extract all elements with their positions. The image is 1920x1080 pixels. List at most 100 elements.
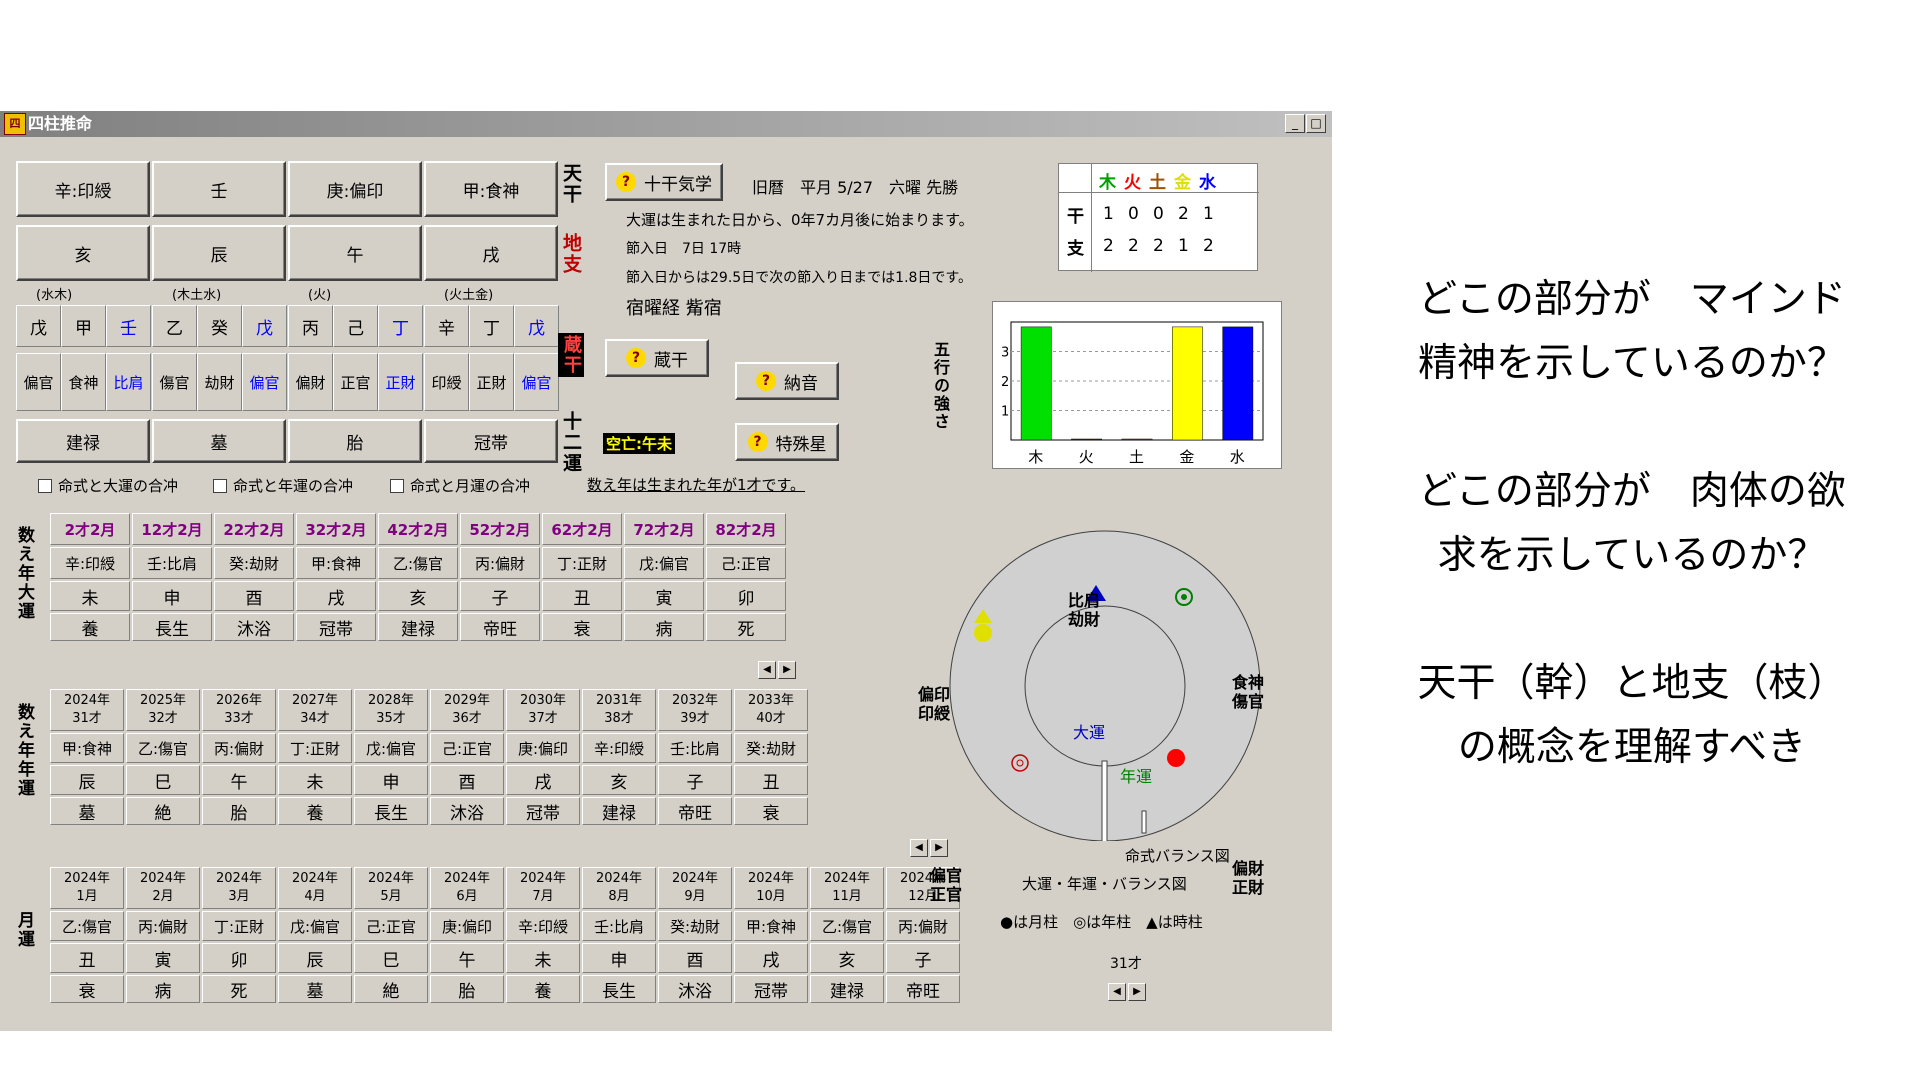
- getsuun-years-cell[interactable]: 2024年 8月: [582, 867, 656, 909]
- getsuun-years-cell[interactable]: 2024年 3月: [202, 867, 276, 909]
- daiun-ages-cell[interactable]: 72才2月: [624, 513, 704, 545]
- nenun-years-cell[interactable]: 2033年 40才: [734, 689, 808, 731]
- getsuun-branches-cell[interactable]: 辰: [278, 943, 352, 973]
- daiun-branches-cell[interactable]: 亥: [378, 581, 458, 611]
- daiun-fortunes-cell[interactable]: 長生: [132, 613, 212, 641]
- daiun-ages-cell[interactable]: 42才2月: [378, 513, 458, 545]
- daiun-stems-cell[interactable]: 戊:偏官: [624, 547, 704, 579]
- getsuun-years-cell[interactable]: 2024年 9月: [658, 867, 732, 909]
- daiun-branches-cell[interactable]: 丑: [542, 581, 622, 611]
- getsuun-branches-cell[interactable]: 酉: [658, 943, 732, 973]
- hidden-stem-cell[interactable]: 己: [333, 305, 378, 347]
- hidden-star-cell[interactable]: 正財: [469, 353, 514, 411]
- getsuun-branches-cell[interactable]: 午: [430, 943, 504, 973]
- nenun-fortunes-cell[interactable]: 長生: [354, 797, 428, 825]
- daiun-fortunes-cell[interactable]: 帝旺: [460, 613, 540, 641]
- hidden-star-cell[interactable]: 偏財: [288, 353, 333, 411]
- getsuun-fortunes-cell[interactable]: 沐浴: [658, 975, 732, 1003]
- daiun-branches-cell[interactable]: 子: [460, 581, 540, 611]
- getsuun-branches-cell[interactable]: 未: [506, 943, 580, 973]
- daiun-stems-cell[interactable]: 丁:正財: [542, 547, 622, 579]
- getsuun-years-cell[interactable]: 2024年 7月: [506, 867, 580, 909]
- nenun-years-cell[interactable]: 2025年 32才: [126, 689, 200, 731]
- scroll-left-button[interactable]: ◀: [910, 839, 928, 857]
- daiun-fortunes-cell[interactable]: 冠帯: [296, 613, 376, 641]
- scroll-right-button[interactable]: ▶: [778, 661, 796, 679]
- getsuun-stems-cell[interactable]: 乙:傷官: [810, 911, 884, 941]
- hidden-stem-cell[interactable]: 戊: [16, 305, 61, 347]
- getsuun-stems-cell[interactable]: 丙:偏財: [126, 911, 200, 941]
- nenun-years-cell[interactable]: 2028年 35才: [354, 689, 428, 731]
- nacchin-button[interactable]: ? 納音: [735, 362, 839, 400]
- nenun-fortunes-cell[interactable]: 胎: [202, 797, 276, 825]
- stem-button[interactable]: 甲:食神: [424, 161, 558, 217]
- getsuun-fortunes-cell[interactable]: 衰: [50, 975, 124, 1003]
- twelve-fortune-button[interactable]: 建禄: [16, 419, 150, 463]
- nenun-stems-cell[interactable]: 壬:比肩: [658, 733, 732, 763]
- checkbox-gouchuu[interactable]: 命式と年運の合冲: [213, 475, 353, 496]
- getsuun-stems-cell[interactable]: 辛:印綬: [506, 911, 580, 941]
- hidden-stem-cell[interactable]: 壬: [106, 305, 151, 347]
- twelve-fortune-button[interactable]: 墓: [152, 419, 286, 463]
- hidden-star-cell[interactable]: 食神: [61, 353, 106, 411]
- hidden-star-cell[interactable]: 傷官: [152, 353, 197, 411]
- daiun-fortunes-cell[interactable]: 沐浴: [214, 613, 294, 641]
- nenun-branches-cell[interactable]: 申: [354, 765, 428, 795]
- getsuun-branches-cell[interactable]: 巳: [354, 943, 428, 973]
- getsuun-fortunes-cell[interactable]: 帝旺: [886, 975, 960, 1003]
- checkbox-box[interactable]: [213, 478, 227, 493]
- getsuun-fortunes-cell[interactable]: 墓: [278, 975, 352, 1003]
- daiun-fortunes-cell[interactable]: 衰: [542, 613, 622, 641]
- stem-button[interactable]: 壬: [152, 161, 286, 217]
- hidden-star-cell[interactable]: 比肩: [106, 353, 151, 411]
- getsuun-fortunes-cell[interactable]: 養: [506, 975, 580, 1003]
- getsuun-years-cell[interactable]: 2024年 2月: [126, 867, 200, 909]
- nenun-branches-cell[interactable]: 午: [202, 765, 276, 795]
- branch-button[interactable]: 辰: [152, 225, 286, 281]
- scroll-right-button[interactable]: ▶: [1128, 983, 1146, 1001]
- daiun-branches-cell[interactable]: 申: [132, 581, 212, 611]
- hidden-star-cell[interactable]: 正官: [333, 353, 378, 411]
- getsuun-branches-cell[interactable]: 卯: [202, 943, 276, 973]
- nenun-branches-cell[interactable]: 亥: [582, 765, 656, 795]
- getsuun-fortunes-cell[interactable]: 死: [202, 975, 276, 1003]
- getsuun-fortunes-cell[interactable]: 冠帯: [734, 975, 808, 1003]
- daiun-stems-cell[interactable]: 己:正官: [706, 547, 786, 579]
- nenun-years-cell[interactable]: 2031年 38才: [582, 689, 656, 731]
- getsuun-years-cell[interactable]: 2024年 11月: [810, 867, 884, 909]
- getsuun-years-cell[interactable]: 2024年 1月: [50, 867, 124, 909]
- getsuun-fortunes-cell[interactable]: 胎: [430, 975, 504, 1003]
- nenun-years-cell[interactable]: 2026年 33才: [202, 689, 276, 731]
- branch-button[interactable]: 午: [288, 225, 422, 281]
- getsuun-stems-cell[interactable]: 癸:劫財: [658, 911, 732, 941]
- daiun-stems-cell[interactable]: 癸:劫財: [214, 547, 294, 579]
- hidden-stem-cell[interactable]: 丁: [469, 305, 514, 347]
- daiun-ages-cell[interactable]: 82才2月: [706, 513, 786, 545]
- getsuun-branches-cell[interactable]: 丑: [50, 943, 124, 973]
- nenun-branches-cell[interactable]: 戌: [506, 765, 580, 795]
- nenun-stems-cell[interactable]: 癸:劫財: [734, 733, 808, 763]
- daiun-branches-cell[interactable]: 寅: [624, 581, 704, 611]
- getsuun-fortunes-cell[interactable]: 長生: [582, 975, 656, 1003]
- daiun-ages-cell[interactable]: 2才2月: [50, 513, 130, 545]
- nenun-stems-cell[interactable]: 辛:印綬: [582, 733, 656, 763]
- nenun-branches-cell[interactable]: 未: [278, 765, 352, 795]
- getsuun-fortunes-cell[interactable]: 病: [126, 975, 200, 1003]
- getsuun-fortunes-cell[interactable]: 建禄: [810, 975, 884, 1003]
- daiun-stems-cell[interactable]: 辛:印綬: [50, 547, 130, 579]
- nenun-stems-cell[interactable]: 己:正官: [430, 733, 504, 763]
- daiun-stems-cell[interactable]: 甲:食神: [296, 547, 376, 579]
- getsuun-fortunes-cell[interactable]: 絶: [354, 975, 428, 1003]
- branch-button[interactable]: 戌: [424, 225, 558, 281]
- nenun-stems-cell[interactable]: 甲:食神: [50, 733, 124, 763]
- getsuun-branches-cell[interactable]: 亥: [810, 943, 884, 973]
- getsuun-branches-cell[interactable]: 申: [582, 943, 656, 973]
- daiun-fortunes-cell[interactable]: 病: [624, 613, 704, 641]
- daiun-ages-cell[interactable]: 62才2月: [542, 513, 622, 545]
- scroll-left-button[interactable]: ◀: [1108, 983, 1126, 1001]
- twelve-fortune-button[interactable]: 胎: [288, 419, 422, 463]
- hidden-star-cell[interactable]: 劫財: [197, 353, 242, 411]
- hidden-stem-cell[interactable]: 甲: [61, 305, 106, 347]
- daiun-ages-cell[interactable]: 52才2月: [460, 513, 540, 545]
- getsuun-years-cell[interactable]: 2024年 6月: [430, 867, 504, 909]
